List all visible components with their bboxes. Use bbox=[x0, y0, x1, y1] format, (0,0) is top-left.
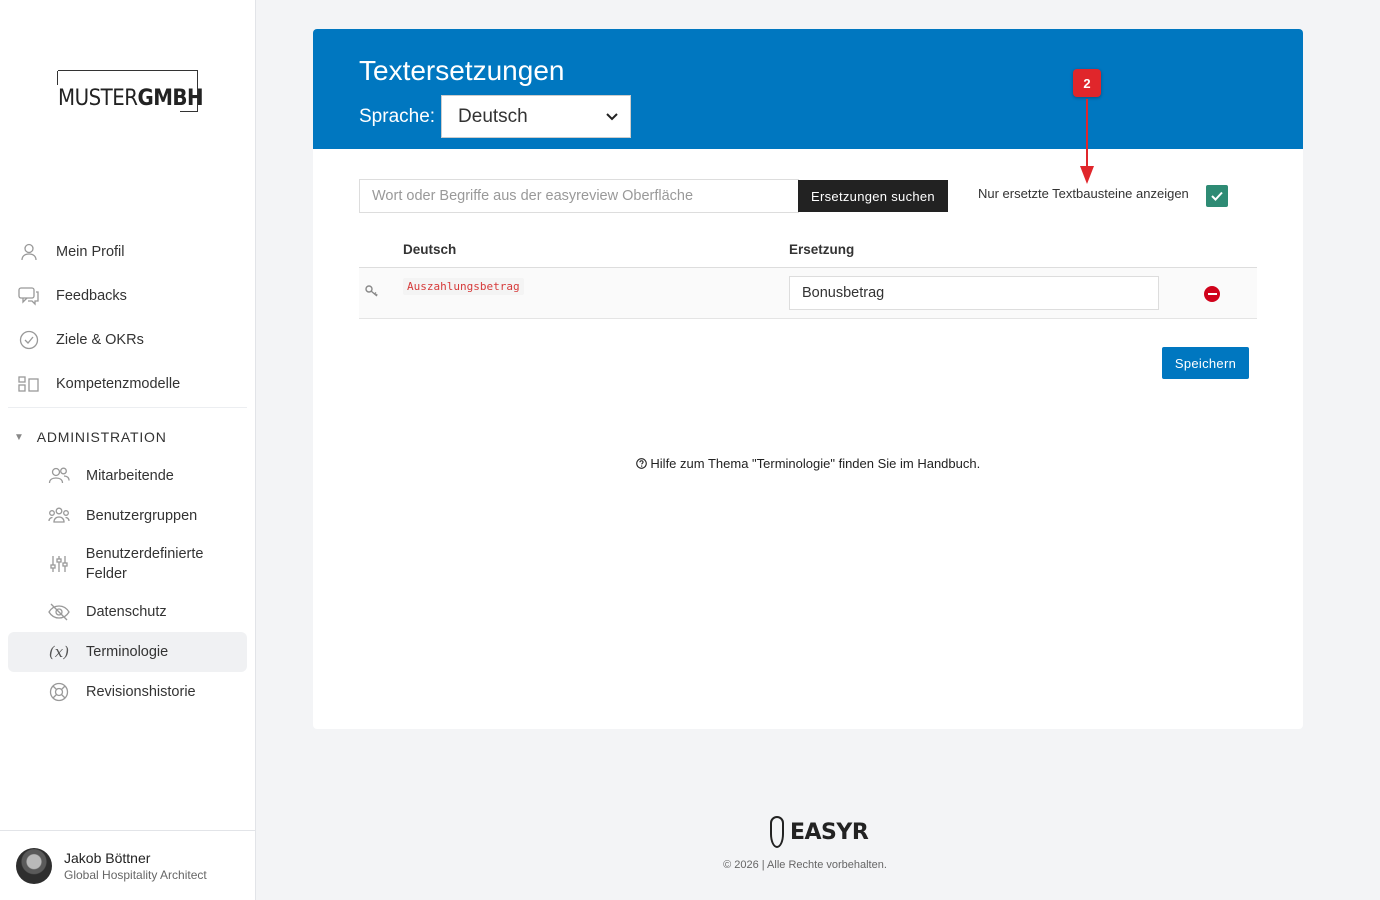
delete-row-icon[interactable] bbox=[1204, 286, 1220, 302]
page-title: Textersetzungen bbox=[359, 55, 565, 86]
check-icon bbox=[1211, 191, 1223, 201]
copyright-text: © 2026 | Alle Rechte vorbehalten. bbox=[723, 859, 887, 871]
admin-section-toggle[interactable]: ▼ ADMINISTRATION bbox=[8, 418, 247, 456]
language-label: Sprache: bbox=[359, 105, 436, 127]
grid-icon bbox=[18, 373, 40, 395]
sidebar-item-label: Revisionshistorie bbox=[86, 684, 196, 700]
search-placeholder: Wort oder Begriffe aus der easyreview Ob… bbox=[372, 188, 694, 204]
user-icon bbox=[18, 241, 40, 263]
replacement-value: Bonusbetrag bbox=[802, 285, 885, 301]
filter-checkbox[interactable] bbox=[1206, 185, 1228, 207]
sidebar-item-label: Benutzergruppen bbox=[86, 508, 198, 524]
filter-label: Nur ersetzte Textbausteine anzeigen bbox=[978, 186, 1189, 201]
sidebar-nav: Mein Profil Feedbacks Ziele & OKRs Kompe… bbox=[8, 230, 247, 712]
help-text[interactable]: Hilfe zum Thema "Terminologie" finden Si… bbox=[313, 456, 1303, 471]
users-icon bbox=[48, 465, 70, 487]
chevron-down-icon bbox=[606, 110, 618, 124]
column-header-deutsch: Deutsch bbox=[403, 242, 457, 257]
eye-off-icon bbox=[48, 601, 70, 623]
group-icon bbox=[48, 505, 70, 527]
sidebar-item-feedbacks[interactable]: Feedbacks bbox=[8, 274, 247, 318]
sidebar-item-label: Mitarbeitende bbox=[86, 468, 174, 484]
variable-icon: (𝑥) bbox=[48, 643, 70, 661]
footer-logo[interactable]: EASYR bbox=[770, 816, 869, 848]
admin-submenu: Mitarbeitende Benutzergruppen Benutzerde… bbox=[8, 456, 247, 712]
terminology-card: Textersetzungen Sprache: Deutsch Wort od… bbox=[313, 29, 1303, 729]
sidebar-item-ziele[interactable]: Ziele & OKRs bbox=[8, 318, 247, 362]
sidebar-item-label: Terminologie bbox=[86, 644, 169, 660]
replacement-input[interactable]: Bonusbetrag bbox=[789, 276, 1159, 310]
sidebar-item-mein-profil[interactable]: Mein Profil bbox=[8, 230, 247, 274]
chat-icon bbox=[18, 285, 40, 307]
source-term: Auszahlungsbetrag bbox=[403, 278, 524, 295]
sidebar-item-benutzerdefinierte-felder[interactable]: Benutzerdefinierte Felder bbox=[8, 536, 247, 592]
sidebar-item-terminologie[interactable]: (𝑥) Terminologie bbox=[8, 632, 247, 672]
key-icon bbox=[365, 285, 379, 300]
table-header: Deutsch Ersetzung bbox=[359, 232, 1257, 268]
language-select[interactable]: Deutsch bbox=[441, 95, 632, 138]
sidebar: MUSTERGMBH Mein Profil Feedbacks Ziele &… bbox=[0, 0, 256, 900]
footer-brand: EASYR bbox=[790, 819, 869, 845]
sidebar-item-revisionshistorie[interactable]: Revisionshistorie bbox=[8, 672, 247, 712]
language-row: Sprache: Deutsch bbox=[359, 95, 632, 138]
pin-icon bbox=[770, 816, 784, 848]
annotation-arrow-line bbox=[1086, 99, 1088, 169]
sidebar-item-label: Benutzerdefinierte Felder bbox=[85, 546, 204, 582]
company-logo[interactable]: MUSTERGMBH bbox=[57, 70, 204, 112]
sidebar-item-label: Feedbacks bbox=[56, 288, 127, 304]
language-value: Deutsch bbox=[458, 105, 528, 127]
check-circle-icon bbox=[18, 329, 40, 351]
sliders-icon bbox=[48, 553, 70, 575]
sidebar-item-label: Ziele & OKRs bbox=[56, 332, 144, 348]
sidebar-item-benutzergruppen[interactable]: Benutzergruppen bbox=[8, 496, 247, 536]
sidebar-item-datenschutz[interactable]: Datenschutz bbox=[8, 592, 247, 632]
admin-heading: ADMINISTRATION bbox=[36, 429, 167, 445]
sidebar-item-label: Kompetenzmodelle bbox=[56, 376, 181, 392]
sidebar-item-mitarbeitende[interactable]: Mitarbeitende bbox=[8, 456, 247, 496]
caret-down-icon: ▼ bbox=[14, 431, 25, 443]
lifebuoy-icon bbox=[48, 681, 70, 703]
column-header-ersetzung: Ersetzung bbox=[789, 242, 855, 257]
search-input[interactable]: Wort oder Begriffe aus der easyreview Ob… bbox=[359, 179, 799, 213]
card-header: Textersetzungen Sprache: Deutsch bbox=[313, 29, 1303, 149]
sidebar-item-label: Datenschutz bbox=[86, 604, 167, 620]
divider bbox=[8, 407, 247, 408]
sidebar-item-label: Mein Profil bbox=[56, 244, 125, 260]
question-circle-icon bbox=[635, 456, 651, 471]
annotation-badge: 2 bbox=[1073, 69, 1101, 97]
sidebar-item-kompetenzmodelle[interactable]: Kompetenzmodelle bbox=[8, 362, 247, 406]
table-row: Auszahlungsbetrag Bonusbetrag bbox=[359, 268, 1257, 319]
help-text-label: Hilfe zum Thema "Terminologie" finden Si… bbox=[650, 456, 981, 471]
search-button[interactable]: Ersetzungen suchen bbox=[798, 180, 948, 212]
terminology-table: Deutsch Ersetzung Auszahlungsbetrag Bonu… bbox=[359, 232, 1257, 319]
save-button[interactable]: Speichern bbox=[1162, 347, 1249, 379]
annotation-arrow-head bbox=[1080, 166, 1094, 184]
